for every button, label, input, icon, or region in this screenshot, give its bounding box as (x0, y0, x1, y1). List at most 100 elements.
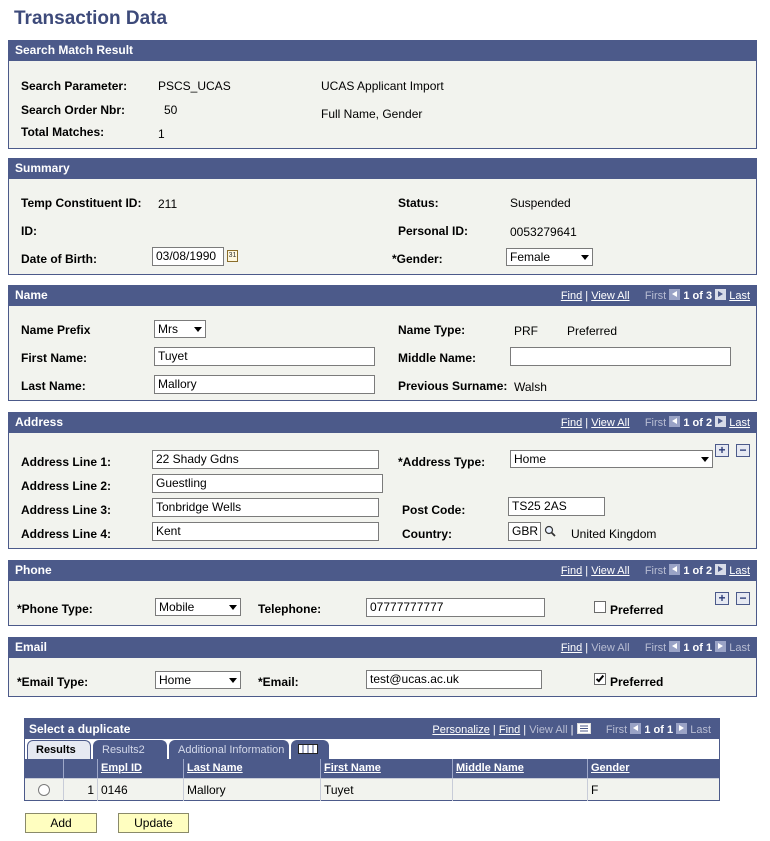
duplicate-count: 1 of 1 (644, 724, 674, 736)
address-line2-field[interactable]: Guestling (152, 474, 383, 493)
previous-surname-value: Walsh (514, 380, 547, 394)
name-prefix-label: Name Prefix (21, 323, 91, 337)
search-parameter-label: Search Parameter: (21, 79, 128, 93)
next-arrow-icon (676, 723, 688, 734)
duplicate-find-link[interactable]: Find (499, 724, 520, 736)
phone-view-all-link[interactable]: View All (591, 565, 629, 577)
email-find-link[interactable]: Find (561, 642, 582, 654)
address-header-title: Address (15, 415, 64, 429)
address-view-all-link[interactable]: View All (591, 417, 629, 429)
next-arrow-icon[interactable] (715, 416, 727, 427)
column-header-first-name[interactable]: First Name (320, 759, 452, 778)
search-order-desc: Full Name, Gender (321, 107, 423, 121)
personalize-link[interactable]: Personalize (432, 724, 489, 736)
address-header: Address Find | View All First 1 of 2 Las… (9, 413, 756, 433)
duplicate-tabs: Results Results2 Additional Information (25, 739, 719, 759)
name-header: Name Find | View All First 1 of 3 Last (9, 286, 756, 306)
country-field[interactable]: GBR (508, 522, 541, 541)
gender-select[interactable]: Female (506, 248, 593, 266)
phone-last-link[interactable]: Last (729, 565, 750, 577)
update-button[interactable]: Update (118, 813, 189, 833)
address-last-link[interactable]: Last (729, 417, 750, 429)
email-view-all-label: View All (591, 642, 630, 654)
address-panel: Address Find | View All First 1 of 2 Las… (8, 412, 757, 549)
total-matches-value: 1 (158, 127, 165, 141)
tab-results[interactable]: Results (27, 740, 91, 759)
name-prefix-value: Mrs (158, 322, 178, 336)
prev-arrow-icon (669, 641, 681, 652)
tab-results2[interactable]: Results2 (93, 740, 167, 759)
show-all-columns-icon[interactable] (291, 740, 329, 759)
previous-surname-label: Previous Surname: (398, 379, 508, 393)
address-count: 1 of 2 (683, 417, 713, 429)
email-preferred-label: Preferred (610, 675, 664, 689)
temp-constituent-label: Temp Constituent ID: (21, 196, 142, 210)
name-type-desc: Preferred (567, 324, 618, 338)
add-row-icon[interactable]: + (715, 592, 729, 605)
first-name-field[interactable]: Tuyet (154, 347, 375, 366)
delete-row-icon[interactable]: − (736, 444, 750, 457)
name-view-all-link[interactable]: View All (591, 290, 629, 302)
row-select-cell (25, 779, 63, 801)
email-field[interactable]: test@ucas.ac.uk (366, 670, 542, 689)
phone-type-value: Mobile (159, 600, 195, 614)
name-last-link[interactable]: Last (729, 290, 750, 302)
address-line1-label: Address Line 1: (21, 455, 112, 469)
email-last-label: Last (729, 642, 750, 654)
name-header-title: Name (15, 288, 48, 302)
address-line1-field[interactable]: 22 Shady Gdns (152, 450, 379, 469)
address-line4-field[interactable]: Kent (152, 522, 379, 541)
address-line3-field[interactable]: Tonbridge Wells (152, 498, 379, 517)
name-find-link[interactable]: Find (561, 290, 582, 302)
row-last-name: Mallory (183, 779, 320, 801)
separator: | (585, 417, 589, 429)
row-select-radio[interactable] (38, 784, 50, 796)
select-column-header (25, 759, 63, 778)
temp-constituent-value: 211 (158, 197, 178, 211)
address-type-select[interactable]: Home (510, 450, 713, 468)
page-title: Transaction Data (14, 8, 168, 29)
separator: | (585, 565, 589, 577)
separator: | (585, 642, 589, 654)
chevron-down-icon (194, 327, 202, 332)
phone-find-link[interactable]: Find (561, 565, 582, 577)
phone-preferred-checkbox[interactable] (594, 601, 606, 613)
calendar-icon[interactable]: 31 (227, 250, 238, 262)
column-header-middle-name[interactable]: Middle Name (452, 759, 587, 778)
column-header-emplid[interactable]: Empl ID (97, 759, 183, 778)
separator: | (585, 290, 589, 302)
phone-header: Phone Find | View All First 1 of 2 Last (9, 561, 756, 581)
name-nav: Find | View All First 1 of 3 Last (561, 289, 750, 302)
next-arrow-icon (715, 641, 727, 652)
last-name-label: Last Name: (21, 379, 86, 393)
next-arrow-icon[interactable] (715, 564, 727, 575)
tab-additional-information[interactable]: Additional Information (169, 740, 289, 759)
next-arrow-icon[interactable] (715, 289, 727, 300)
lookup-search-icon[interactable] (544, 525, 556, 537)
add-button[interactable]: Add (25, 813, 97, 833)
post-code-field[interactable]: TS25 2AS (508, 497, 605, 516)
row-first-name: Tuyet (320, 779, 452, 801)
email-nav: Find | View All First 1 of 1 Last (561, 641, 750, 654)
dob-field[interactable]: 03/08/1990 (152, 247, 224, 266)
middle-name-field[interactable] (510, 347, 731, 366)
name-type-code: PRF (514, 324, 538, 338)
gender-label: *Gender: (392, 252, 443, 266)
telephone-field[interactable]: 07777777777 (366, 598, 545, 617)
column-header-last-name[interactable]: Last Name (183, 759, 320, 778)
delete-row-icon[interactable]: − (736, 592, 750, 605)
email-preferred-checkbox[interactable] (594, 673, 606, 685)
address-find-link[interactable]: Find (561, 417, 582, 429)
email-type-select[interactable]: Home (155, 671, 241, 689)
address-line4-label: Address Line 4: (21, 527, 112, 541)
telephone-label: Telephone: (258, 602, 322, 616)
column-header-gender[interactable]: Gender (587, 759, 719, 778)
address-nav: Find | View All First 1 of 2 Last (561, 416, 750, 429)
add-row-icon[interactable]: + (715, 444, 729, 457)
phone-type-select[interactable]: Mobile (155, 598, 241, 616)
duplicate-grid: Select a duplicate Personalize | Find | … (24, 718, 720, 801)
phone-nav: Find | View All First 1 of 2 Last (561, 564, 750, 577)
last-name-field[interactable]: Mallory (154, 375, 375, 394)
name-prefix-select[interactable]: Mrs (154, 320, 206, 338)
download-grid-icon[interactable] (576, 723, 591, 734)
